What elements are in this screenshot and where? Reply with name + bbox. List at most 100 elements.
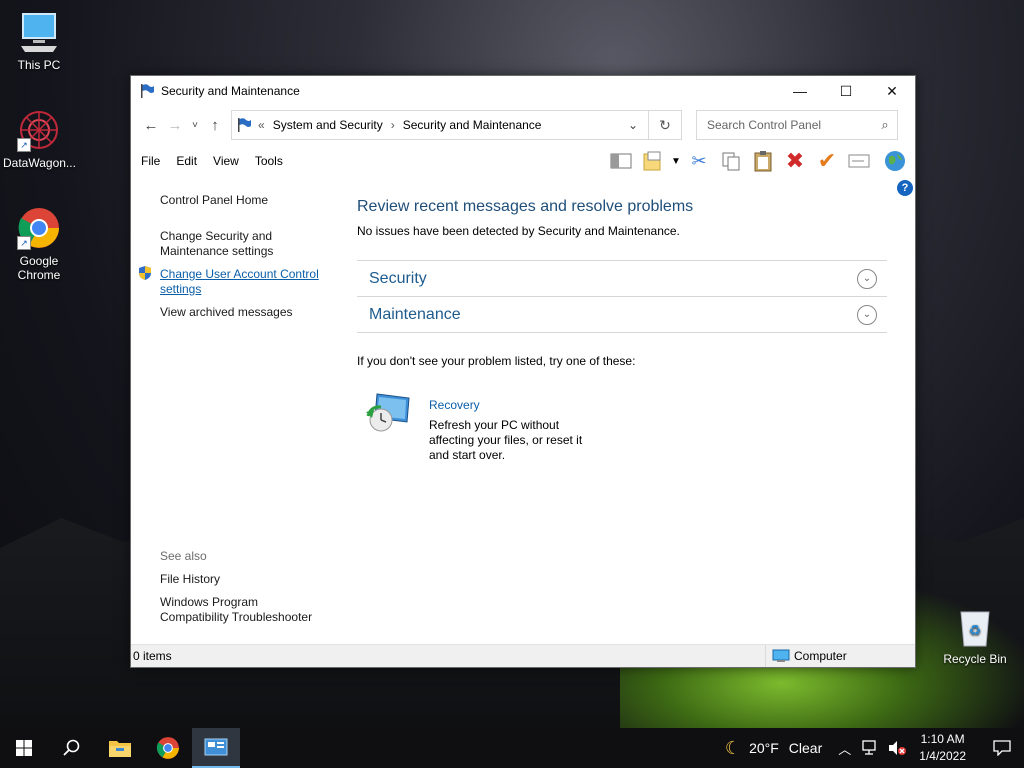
title-bar[interactable]: Security and Maintenance — ☐ ✕	[131, 76, 915, 106]
delete-icon[interactable]: ✖	[779, 147, 811, 175]
change-uac-settings-link-line1[interactable]: Change User Account Control	[160, 267, 319, 282]
section-security[interactable]: Security ⌄	[357, 260, 887, 296]
flag-icon	[141, 84, 154, 98]
desktop-icon-this-pc[interactable]: This PC	[3, 10, 75, 72]
up-arrow-icon[interactable]: ↑	[203, 117, 227, 134]
address-row: ← → ˅ ↑ « System and Security › Security…	[131, 106, 915, 144]
toolbar: ▼ ✂ ✖ ✔	[605, 147, 911, 175]
forward-arrow-icon[interactable]: →	[163, 117, 187, 134]
flag-icon	[238, 118, 251, 132]
control-panel-icon	[204, 738, 228, 756]
system-tray: ☾ 20°F Clear ︿ 1:10 AM 1/4/2022	[725, 728, 1024, 768]
section-maintenance[interactable]: Maintenance ⌄	[357, 296, 887, 333]
notification-center-button[interactable]	[980, 728, 1024, 768]
shortcut-arrow-icon: ↗	[17, 138, 31, 152]
view-archived-messages-link[interactable]: View archived messages	[160, 305, 293, 320]
change-security-settings-link-line1[interactable]: Change Security and	[160, 229, 272, 244]
desktop-icon-label: Recycle Bin	[943, 652, 1007, 666]
expand-chevron-icon[interactable]: ⌄	[857, 304, 877, 325]
paste-icon[interactable]	[747, 147, 779, 175]
search-button[interactable]	[48, 728, 96, 768]
taskbar: ☾ 20°F Clear ︿ 1:10 AM 1/4/2022	[0, 728, 1024, 768]
desktop-icon-recycle-bin[interactable]: ♻ Recycle Bin	[939, 604, 1011, 666]
windows-logo-icon	[16, 740, 32, 756]
file-history-link[interactable]: File History	[160, 572, 220, 587]
breadcrumb-overflow[interactable]: «	[258, 118, 265, 132]
search-icon	[63, 739, 80, 756]
cut-icon[interactable]: ✂	[683, 147, 715, 175]
window-body: Control Panel Home Change Security and M…	[131, 184, 915, 645]
globe-icon[interactable]	[879, 147, 911, 175]
status-location: Computer	[765, 645, 847, 667]
rename-icon[interactable]	[843, 147, 875, 175]
notification-icon	[993, 740, 1011, 756]
shortcut-arrow-icon: ↗	[17, 236, 31, 250]
address-bar[interactable]: « System and Security › Security and Mai…	[231, 110, 649, 140]
weather-description: Clear	[788, 740, 823, 756]
layout-pane-icon[interactable]	[605, 147, 637, 175]
taskbar-control-panel[interactable]	[192, 728, 240, 768]
breadcrumb-system-and-security[interactable]: System and Security	[273, 118, 383, 132]
security-maintenance-window: Security and Maintenance — ☐ ✕ ← → ˅ ↑ «…	[130, 75, 916, 668]
change-security-settings-link-line2[interactable]: Maintenance settings	[160, 244, 273, 259]
recovery-icon[interactable]	[365, 390, 413, 434]
clock[interactable]: 1:10 AM 1/4/2022	[919, 731, 966, 765]
datawagon-logo-icon: ↗	[17, 108, 61, 152]
troubleshoot-hint: If you don't see your problem listed, tr…	[357, 354, 636, 368]
desktop-icon-chrome[interactable]: ↗ Google Chrome	[3, 206, 75, 282]
moon-icon: ☾	[724, 737, 742, 758]
monitor-icon	[17, 10, 61, 54]
status-message: No issues have been detected by Security…	[357, 224, 680, 238]
minimize-button[interactable]: —	[777, 76, 823, 106]
chrome-icon	[156, 737, 179, 759]
breadcrumb-security-and-maintenance[interactable]: Security and Maintenance	[403, 118, 542, 132]
recovery-link[interactable]: Recovery	[429, 398, 480, 412]
start-button[interactable]	[0, 728, 48, 768]
svg-text:♻: ♻	[969, 623, 982, 639]
refresh-icon[interactable]: ↻	[649, 110, 682, 140]
desktop-icon-label: DataWagon...	[3, 156, 76, 170]
menu-view[interactable]: View	[213, 154, 239, 168]
back-arrow-icon[interactable]: ←	[139, 117, 163, 134]
menu-tools[interactable]: Tools	[255, 154, 283, 168]
maximize-button[interactable]: ☐	[823, 76, 869, 106]
main-content: Review recent messages and resolve probl…	[351, 184, 915, 645]
clock-date: 1/4/2022	[919, 749, 966, 763]
status-bar: 0 items Computer	[131, 644, 915, 667]
taskbar-chrome[interactable]	[144, 728, 192, 768]
recovery-description: Refresh your PC without affecting your f…	[429, 418, 583, 462]
chrome-icon: ↗	[17, 206, 61, 250]
dropdown-arrow-icon[interactable]: ▼	[669, 147, 683, 175]
properties-icon[interactable]	[637, 147, 669, 175]
compat-troubleshooter-link-line2[interactable]: Compatibility Troubleshooter	[160, 610, 312, 625]
menu-file[interactable]: File	[141, 154, 160, 168]
copy-icon[interactable]	[715, 147, 747, 175]
close-button[interactable]: ✕	[869, 76, 915, 106]
weather-widget[interactable]: ☾ 20°F Clear	[725, 738, 822, 759]
network-icon[interactable]	[861, 740, 879, 756]
search-input[interactable]	[705, 117, 873, 133]
control-panel-home-link[interactable]: Control Panel Home	[160, 193, 268, 208]
folder-icon	[109, 741, 131, 757]
uac-shield-icon	[139, 266, 151, 280]
compat-troubleshooter-link-line1[interactable]: Windows Program	[160, 595, 258, 610]
taskbar-file-explorer[interactable]	[96, 728, 144, 768]
see-also-heading: See also	[160, 549, 207, 563]
left-navigation-pane: Control Panel Home Change Security and M…	[131, 184, 351, 645]
menu-edit[interactable]: Edit	[176, 154, 197, 168]
checkmark-icon[interactable]: ✔	[811, 147, 843, 175]
address-dropdown-icon[interactable]: ⌄	[618, 118, 648, 132]
volume-muted-icon[interactable]	[887, 740, 907, 756]
window-title: Security and Maintenance	[161, 84, 300, 98]
breadcrumb-separator-icon[interactable]: ›	[391, 118, 395, 132]
recent-locations-chevron-icon[interactable]: ˅	[187, 120, 203, 131]
computer-icon	[772, 649, 790, 662]
desktop-icon-label: Google Chrome	[17, 254, 61, 282]
desktop-icon-datawagon[interactable]: ↗ DataWagon...	[3, 108, 76, 170]
change-uac-settings-link-line2[interactable]: settings	[160, 282, 201, 297]
show-hidden-icons-chevron-icon[interactable]: ︿	[838, 739, 851, 758]
search-box[interactable]: ⌕	[696, 110, 898, 140]
desktop-icon-label: This PC	[17, 58, 61, 72]
search-icon[interactable]: ⌕	[873, 117, 897, 133]
expand-chevron-icon[interactable]: ⌄	[857, 268, 877, 289]
